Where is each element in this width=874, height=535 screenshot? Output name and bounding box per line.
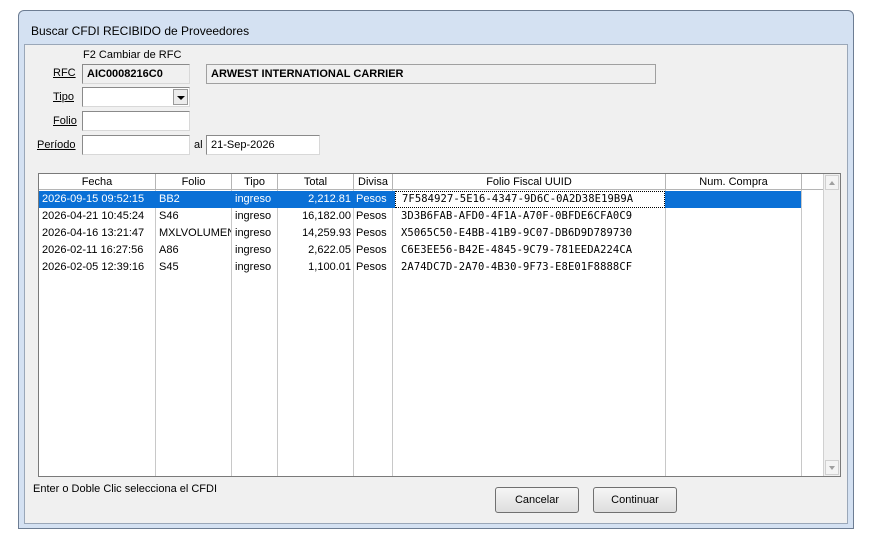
cell-divisa: Pesos	[356, 261, 387, 273]
cell-uuid: 2A74DC7D-2A70-4B30-9F73-E8E01F8888CF	[401, 261, 633, 273]
table-row[interactable]: 2026-09-15 09:52:15 BB2 ingreso 2,212.81…	[39, 191, 801, 208]
cancel-button[interactable]: Cancelar	[495, 487, 579, 513]
tipo-select[interactable]	[82, 87, 190, 107]
periodo-label: Período	[37, 139, 76, 151]
table-row[interactable]: 2026-02-05 12:39:16 S45 ingreso 1,100.01…	[39, 259, 801, 276]
cell-divisa: Pesos	[356, 193, 387, 205]
al-label: al	[194, 139, 203, 151]
col-header-spacer	[802, 174, 825, 190]
cell-num-compra	[666, 191, 801, 208]
cell-total: 14,259.93	[302, 227, 351, 239]
table-row[interactable]: 2026-02-11 16:27:56 A86 ingreso 2,622.05…	[39, 242, 801, 259]
col-header-folio[interactable]: Folio	[156, 174, 232, 190]
col-header-divisa[interactable]: Divisa	[354, 174, 393, 190]
cell-uuid: C6E3EE56-B42E-4845-9C79-781EEDA224CA	[401, 244, 633, 256]
tipo-value	[83, 91, 87, 103]
cell-fecha: 2026-09-15 09:52:15	[42, 193, 145, 205]
cell-total: 1,100.01	[308, 261, 351, 273]
window-title: Buscar CFDI RECIBIDO de Proveedores	[31, 24, 250, 38]
col-header-total[interactable]: Total	[278, 174, 354, 190]
cell-uuid: 3D3B6FAB-AFD0-4F1A-A70F-0BFDE6CFA0C9	[401, 210, 633, 222]
cell-divisa: Pesos	[356, 210, 387, 222]
cell-divisa: Pesos	[356, 227, 387, 239]
cell-num-compra	[666, 225, 801, 242]
cell-uuid[interactable]: 7F584927-5E16-4347-9D6C-0A2D38E19B9A	[395, 191, 665, 208]
scroll-up-icon[interactable]	[825, 175, 839, 190]
tipo-label: Tipo	[53, 91, 74, 103]
cell-tipo: ingreso	[235, 227, 272, 239]
cell-num-compra	[666, 259, 801, 276]
col-header-num-compra[interactable]: Num. Compra	[666, 174, 802, 190]
cell-fecha: 2026-04-16 13:21:47	[42, 227, 145, 239]
cell-fecha: 2026-02-11 16:27:56	[42, 244, 144, 256]
cell-tipo: ingreso	[235, 244, 272, 256]
cell-total: 16,182.00	[302, 210, 351, 222]
rfc-hint: F2 Cambiar de RFC	[83, 49, 182, 61]
footer-hint: Enter o Doble Clic selecciona el CFDI	[33, 483, 218, 495]
rfc-name-field: ARWEST INTERNATIONAL CARRIER	[206, 64, 656, 84]
cell-uuid: X5065C50-E4BB-41B9-9C07-DB6D9D789730	[401, 227, 633, 239]
cell-folio: S45	[159, 261, 179, 273]
continue-button[interactable]: Continuar	[593, 487, 677, 513]
periodo-from-input[interactable]	[82, 135, 190, 155]
dialog-client: F2 Cambiar de RFC RFC AIC0008216C0 ARWES…	[24, 44, 848, 524]
cell-fecha: 2026-04-21 10:45:24	[42, 210, 145, 222]
rfc-label: RFC	[53, 67, 76, 79]
folio-input[interactable]	[82, 111, 190, 131]
cell-tipo: ingreso	[235, 210, 272, 222]
cell-total: 2,212.81	[308, 193, 351, 205]
cell-fecha: 2026-02-05 12:39:16	[42, 261, 145, 273]
cell-folio: MXLVOLUMEN	[159, 227, 231, 239]
cell-divisa: Pesos	[356, 244, 387, 256]
col-header-tipo[interactable]: Tipo	[232, 174, 278, 190]
scroll-down-icon[interactable]	[825, 460, 839, 475]
periodo-to-input[interactable]: 21-Sep-2026	[206, 135, 320, 155]
cell-folio: S46	[159, 210, 179, 222]
col-header-fecha[interactable]: Fecha	[39, 174, 156, 190]
chevron-down-icon[interactable]	[173, 89, 188, 105]
table-row[interactable]: 2026-04-16 13:21:47 MXLVOLUMEN ingreso 1…	[39, 225, 801, 242]
cell-folio: BB2	[159, 193, 180, 205]
cell-num-compra	[666, 208, 801, 225]
vertical-scrollbar[interactable]	[823, 174, 840, 476]
rfc-field[interactable]: AIC0008216C0	[82, 64, 190, 84]
dialog-window: Buscar CFDI RECIBIDO de Proveedores F2 C…	[18, 10, 854, 529]
table-row[interactable]: 2026-04-21 10:45:24 S46 ingreso 16,182.0…	[39, 208, 801, 225]
cell-num-compra	[666, 242, 801, 259]
cell-tipo: ingreso	[235, 193, 272, 205]
folio-label: Folio	[53, 115, 77, 127]
cell-tipo: ingreso	[235, 261, 272, 273]
cell-total: 2,622.05	[308, 244, 351, 256]
col-header-uuid[interactable]: Folio Fiscal UUID	[393, 174, 666, 190]
cell-folio: A86	[159, 244, 179, 256]
cfdi-table[interactable]: Fecha Folio Tipo Total Divisa Folio Fisc…	[38, 173, 841, 477]
